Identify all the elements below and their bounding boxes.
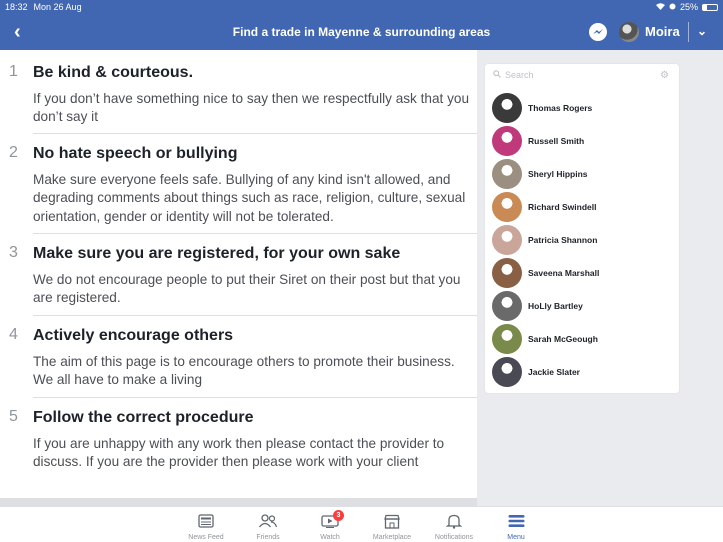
- contact-item[interactable]: Jackie Slater: [492, 357, 672, 387]
- tab-notifications[interactable]: Notifications: [426, 511, 482, 541]
- avatar: [492, 258, 522, 288]
- tab-label: Watch: [320, 534, 340, 541]
- status-bar: 18:32 Mon 26 Aug 25%: [0, 0, 723, 14]
- rule-body: Make sure everyone feels safe. Bullying …: [33, 172, 466, 224]
- wifi-icon: [655, 2, 665, 12]
- tab-menu[interactable]: Menu: [488, 511, 544, 541]
- contact-name: Sheryl Hippins: [528, 169, 588, 179]
- contact-name: Richard Swindell: [528, 202, 597, 212]
- messenger-icon[interactable]: [589, 23, 607, 41]
- divider: [33, 315, 477, 316]
- friends-icon: [240, 511, 296, 531]
- contact-item[interactable]: Russell Smith: [492, 126, 672, 156]
- avatar: [492, 93, 522, 123]
- contact-item[interactable]: HoLly Bartley: [492, 291, 672, 321]
- bottom-tab-bar: News Feed Friends 3 Watch Marketplace No…: [0, 506, 723, 542]
- divider: [33, 397, 477, 398]
- rule-body: If you are unhappy with any work then pl…: [33, 436, 445, 470]
- nav-divider: [688, 22, 689, 42]
- alarm-icon: [669, 2, 676, 12]
- panel-footer-divider: [0, 498, 477, 506]
- tab-news-feed[interactable]: News Feed: [178, 511, 234, 541]
- tab-marketplace[interactable]: Marketplace: [364, 511, 420, 541]
- tab-label: Menu: [507, 534, 525, 541]
- avatar: [492, 126, 522, 156]
- tab-label: Friends: [256, 534, 280, 541]
- battery-fill: [703, 4, 707, 10]
- notification-badge: 3: [333, 510, 344, 521]
- avatar[interactable]: [619, 22, 639, 42]
- contact-item[interactable]: Thomas Rogers: [492, 93, 672, 123]
- contact-item[interactable]: Saveena Marshall: [492, 258, 672, 288]
- contact-item[interactable]: Richard Swindell: [492, 192, 672, 222]
- marketplace-icon: [364, 511, 420, 531]
- status-date: Mon 26 Aug: [33, 2, 82, 12]
- tab-watch[interactable]: 3 Watch: [302, 510, 358, 541]
- divider: [33, 133, 477, 134]
- bell-icon: [426, 511, 482, 531]
- rule-number: 3: [9, 244, 18, 261]
- group-rules-panel: 1 Be kind & courteous. If you don’t have…: [0, 50, 477, 498]
- contact-name: HoLly Bartley: [528, 301, 583, 311]
- watch-icon: [302, 511, 358, 531]
- contact-name: Patricia Shannon: [528, 235, 598, 245]
- contacts-sidebar: Search ⚙ Thomas Rogers Russell Smith She…: [485, 64, 679, 393]
- avatar: [492, 225, 522, 255]
- gear-icon[interactable]: ⚙: [660, 70, 669, 81]
- rule-title: No hate speech or bullying: [33, 145, 238, 162]
- rule-body: We do not encourage people to put their …: [33, 272, 461, 306]
- status-time: 18:32: [5, 2, 28, 12]
- tab-label: Marketplace: [372, 534, 412, 541]
- rule-title: Make sure you are registered, for your o…: [33, 245, 401, 262]
- tab-label: Notifications: [434, 534, 474, 541]
- contact-item[interactable]: Sheryl Hippins: [492, 159, 672, 189]
- rule-number: 4: [9, 326, 18, 343]
- contact-item[interactable]: Patricia Shannon: [492, 225, 672, 255]
- rule-body: If you don’t have something nice to say …: [33, 91, 470, 125]
- rule-body: The aim of this page is to encourage oth…: [33, 354, 455, 388]
- search-input[interactable]: Search: [505, 70, 534, 80]
- avatar: [492, 324, 522, 354]
- divider: [33, 233, 477, 234]
- contact-name: Saveena Marshall: [528, 268, 600, 278]
- battery-icon: [702, 3, 718, 11]
- rule-number: 2: [9, 144, 18, 161]
- menu-icon: [488, 511, 544, 531]
- contact-name: Sarah McGeough: [528, 334, 598, 344]
- user-name[interactable]: Moira: [645, 24, 680, 39]
- rule-title: Be kind & courteous.: [33, 64, 194, 81]
- contact-item[interactable]: Sarah McGeough: [492, 324, 672, 354]
- page-title: Find a trade in Mayenne & surrounding ar…: [232, 25, 491, 39]
- contact-name: Russell Smith: [528, 136, 585, 146]
- rule-title: Follow the correct procedure: [33, 409, 254, 426]
- search-icon: [493, 70, 501, 80]
- avatar: [492, 159, 522, 189]
- tab-label: News Feed: [188, 534, 224, 541]
- rule-title: Actively encourage others: [33, 327, 234, 344]
- rule-number: 5: [9, 408, 18, 425]
- news-feed-icon: [178, 511, 234, 531]
- status-right: 25%: [655, 2, 718, 12]
- contact-name: Jackie Slater: [528, 367, 580, 377]
- contact-name: Thomas Rogers: [528, 103, 593, 113]
- avatar: [492, 192, 522, 222]
- nav-bar: ‹ Find a trade in Mayenne & surrounding …: [0, 14, 723, 50]
- avatar: [492, 357, 522, 387]
- contact-search[interactable]: Search: [493, 70, 534, 80]
- chevron-down-icon[interactable]: ⌄: [697, 24, 707, 38]
- rule-number: 1: [9, 63, 18, 80]
- battery-percent: 25%: [679, 2, 698, 12]
- tab-friends[interactable]: Friends: [240, 511, 296, 541]
- avatar: [492, 291, 522, 321]
